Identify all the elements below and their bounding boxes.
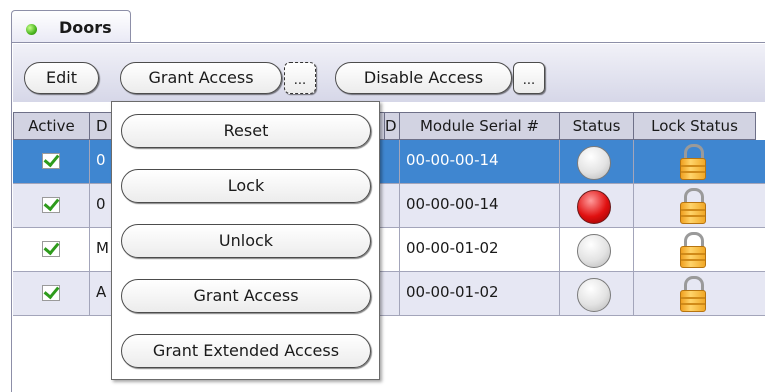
grant-access-more-button[interactable]: ...	[284, 62, 316, 94]
checkmark-icon[interactable]	[42, 153, 60, 169]
active-cell[interactable]	[13, 228, 90, 272]
module-serial-cell[interactable]: 00-00-00-14	[400, 140, 560, 184]
grant-access-button[interactable]: Grant Access	[120, 62, 282, 94]
checkmark-icon[interactable]	[42, 285, 60, 301]
disable-access-button[interactable]: Disable Access	[335, 62, 512, 94]
menu-item-lock[interactable]: Lock	[121, 169, 371, 203]
disable-access-more-button[interactable]: ...	[513, 62, 545, 94]
column-header-module-serial[interactable]: Module Serial #	[400, 112, 560, 140]
status-cell	[560, 272, 634, 316]
tab-doors[interactable]: Doors	[11, 10, 131, 43]
active-cell[interactable]	[13, 184, 90, 228]
lock-icon	[680, 276, 706, 312]
active-cell[interactable]	[13, 272, 90, 316]
menu-item-unlock[interactable]: Unlock	[121, 224, 371, 258]
lock-icon	[680, 232, 706, 268]
column-header-active[interactable]: Active	[13, 112, 90, 140]
status-light-icon	[577, 146, 611, 180]
toolbar: Edit Grant Access ... Disable Access ...	[13, 44, 765, 102]
status-cell	[560, 228, 634, 272]
tab-label: Doors	[59, 18, 112, 37]
grant-access-popup-menu: Reset Lock Unlock Grant Access Grant Ext…	[111, 101, 380, 380]
lock-icon	[680, 144, 706, 180]
status-light-icon	[577, 278, 611, 312]
menu-item-grant-access[interactable]: Grant Access	[121, 279, 371, 313]
module-serial-cell[interactable]: 00-00-00-14	[400, 184, 560, 228]
lock-icon	[680, 188, 706, 224]
lock-status-cell	[634, 184, 765, 228]
status-light-icon	[577, 234, 611, 268]
status-dot-icon	[26, 24, 37, 35]
status-cell	[560, 140, 634, 184]
module-serial-cell[interactable]: 00-00-01-02	[400, 272, 560, 316]
active-cell[interactable]	[13, 140, 90, 184]
checkmark-icon[interactable]	[42, 197, 60, 213]
lock-status-cell	[634, 272, 765, 316]
checkmark-icon[interactable]	[42, 241, 60, 257]
lock-status-cell	[634, 228, 765, 272]
status-light-red-icon	[577, 190, 611, 224]
status-cell	[560, 184, 634, 228]
menu-item-grant-extended-access[interactable]: Grant Extended Access	[121, 334, 371, 368]
column-header-id[interactable]: D	[385, 112, 400, 140]
column-header-status[interactable]: Status	[560, 112, 634, 140]
column-header-lock-status[interactable]: Lock Status	[634, 112, 756, 140]
edit-button[interactable]: Edit	[24, 62, 99, 94]
lock-status-cell	[634, 140, 765, 184]
menu-item-reset[interactable]: Reset	[121, 114, 371, 148]
module-serial-cell[interactable]: 00-00-01-02	[400, 228, 560, 272]
